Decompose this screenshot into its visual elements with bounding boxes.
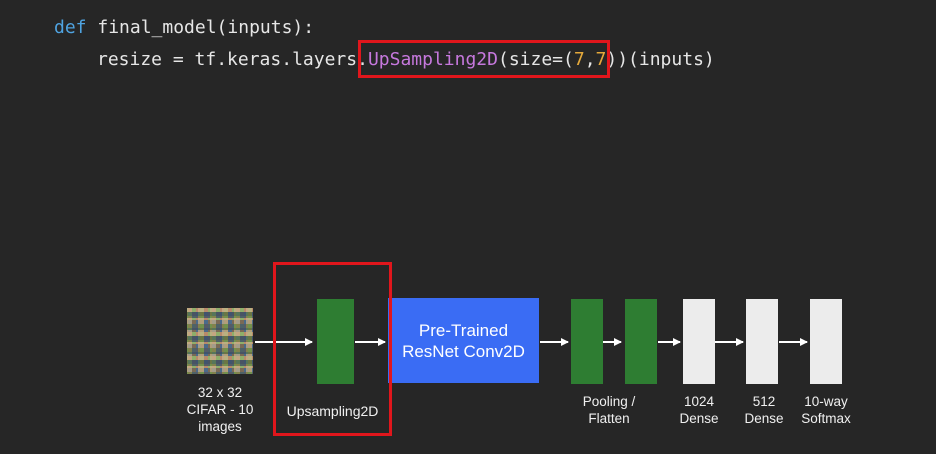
dense-1024-block — [683, 299, 715, 384]
cifar-image-grid — [187, 308, 253, 374]
model-architecture-diagram — [187, 298, 842, 384]
upsampling-label: Upsampling2D — [286, 403, 379, 419]
dense-1024-label: 1024 Dense — [679, 394, 719, 426]
softmax-label: 10-way Softmax — [801, 394, 851, 426]
resnet-label: Pre-Trained ResNet Conv2D — [402, 321, 525, 361]
input-label: 32 x 32 CIFAR - 10 images — [186, 385, 254, 434]
pooling-block-2 — [625, 299, 657, 384]
softmax-block — [810, 299, 842, 384]
pooling-label: Pooling / Flatten — [582, 394, 636, 426]
pooling-block-1 — [571, 299, 603, 384]
dense-512-block — [746, 299, 778, 384]
